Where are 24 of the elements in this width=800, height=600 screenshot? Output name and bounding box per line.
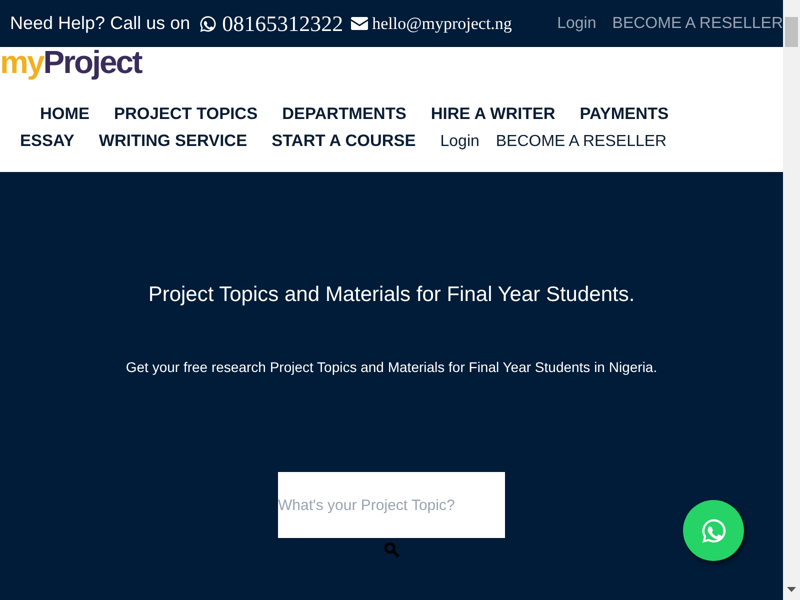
- phone-link[interactable]: 08165312322: [222, 7, 344, 40]
- search-field[interactable]: What's your Project Topic?: [278, 472, 505, 538]
- hero-title: Project Topics and Materials for Final Year Students.: [147, 282, 636, 308]
- scroll-down-icon[interactable]: [787, 587, 796, 592]
- nav-link[interactable]: WRITING SERVICE: [98, 132, 248, 150]
- hero-subtitle: Get your free research Project Topics and Materials for Final Year Students in Nigeria.: [124, 358, 658, 378]
- top-link[interactable]: BECOME A RESELLER: [612, 12, 783, 36]
- nav-link[interactable]: PAYMENTS: [580, 105, 669, 123]
- nav-link[interactable]: BECOME A RESELLER: [496, 133, 667, 150]
- whatsapp-icon: [198, 14, 218, 34]
- nav-link[interactable]: START A COURSE: [272, 132, 416, 150]
- search-icon[interactable]: [384, 542, 399, 558]
- nav-link[interactable]: PROJECT TOPICS: [114, 105, 258, 123]
- nav-link[interactable]: HOME: [40, 105, 90, 123]
- nav-link[interactable]: ESSAY: [20, 132, 74, 150]
- scrollbar[interactable]: [783, 0, 800, 600]
- scrollbar-thumb[interactable]: [785, 17, 798, 47]
- help-text: Need Help? Call us on: [10, 12, 190, 35]
- nav-link[interactable]: DEPARTMENTS: [282, 105, 406, 123]
- nav-link[interactable]: Login: [440, 133, 480, 150]
- mail-icon: [351, 17, 368, 30]
- top-link[interactable]: Login: [557, 12, 596, 36]
- nav-link[interactable]: HIRE A WRITER: [430, 105, 556, 123]
- email-link[interactable]: hello@myproject.ng: [372, 10, 512, 36]
